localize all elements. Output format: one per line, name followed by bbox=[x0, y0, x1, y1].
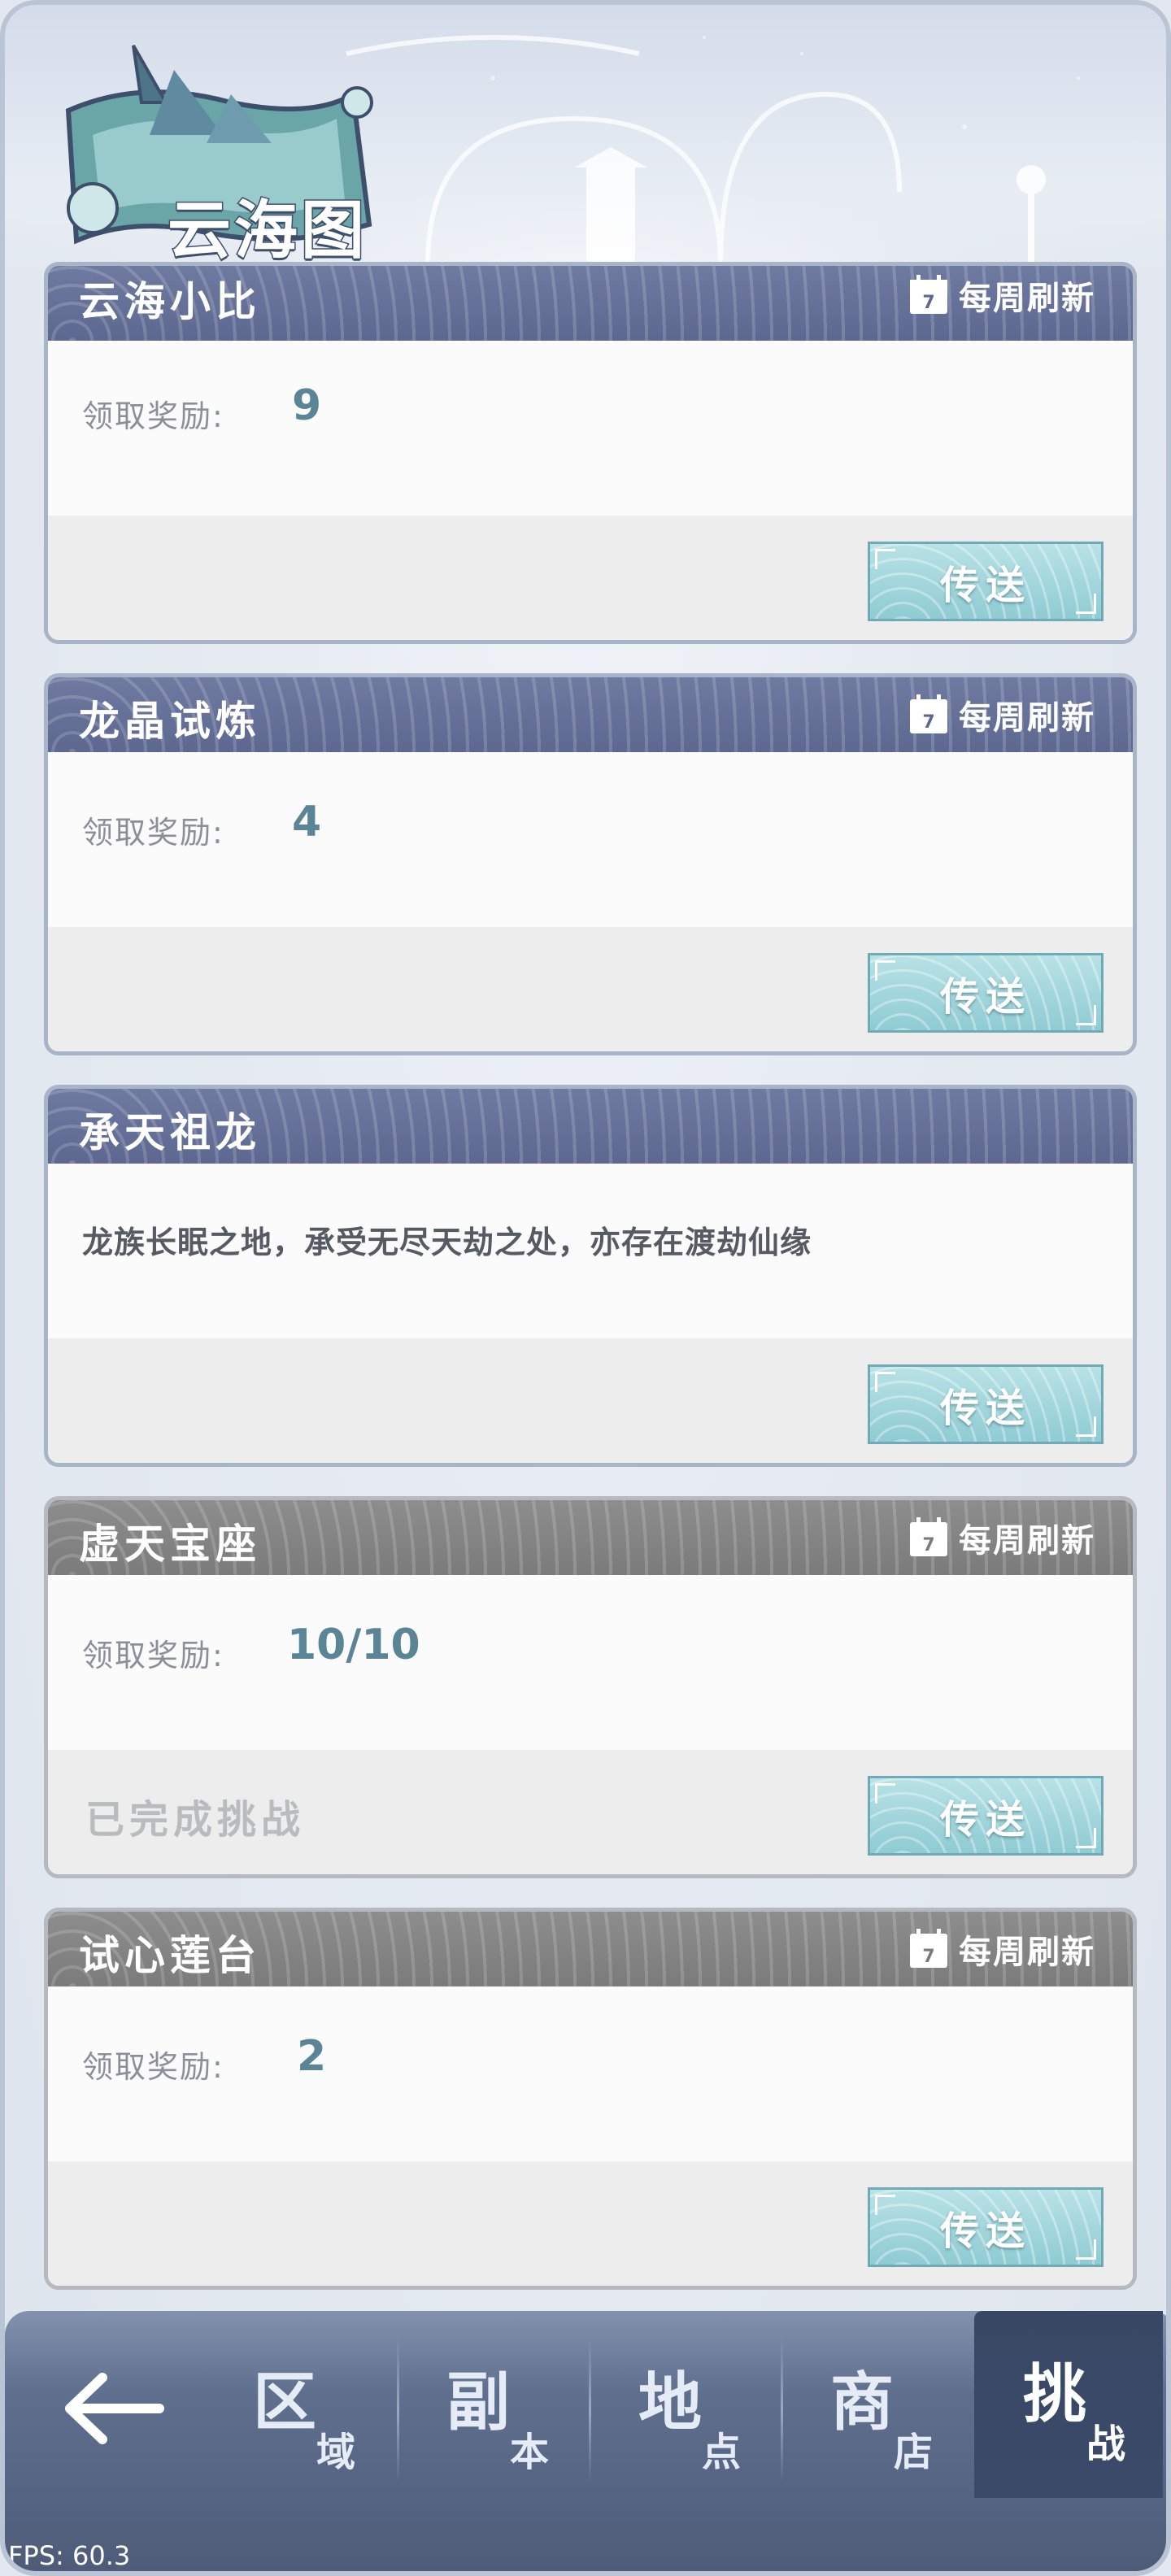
teleport-label: 传送 bbox=[939, 2208, 1031, 2254]
card-header: 承天祖龙 bbox=[48, 1089, 1133, 1164]
calendar-day: 7 bbox=[922, 712, 934, 733]
refresh-indicator: 7 每周刷新 bbox=[908, 1516, 1095, 1560]
fps-counter: FPS: 60.3 bbox=[8, 2540, 131, 2571]
card-footer: 传送 bbox=[48, 2161, 1133, 2286]
tab-label-sub: 店 bbox=[894, 2430, 934, 2475]
tab-region[interactable]: 区 域 bbox=[204, 2335, 394, 2490]
card-body: 领取奖励: 10/10 bbox=[48, 1575, 1133, 1750]
card-footer: 传送 bbox=[48, 927, 1133, 1051]
calendar-icon: 7 bbox=[910, 1517, 947, 1556]
card-footer: 传送 bbox=[48, 516, 1133, 640]
tab-challenge[interactable]: 挑 战 bbox=[974, 2311, 1163, 2498]
card-body: 领取奖励: 9 bbox=[48, 341, 1133, 516]
calendar-day: 7 bbox=[922, 293, 934, 313]
teleport-button[interactable]: 传送 bbox=[868, 542, 1104, 621]
teleport-label: 传送 bbox=[939, 974, 1031, 1020]
header: 云海图 bbox=[5, 5, 1166, 273]
card-footer: 传送 bbox=[48, 1338, 1133, 1463]
game-screen: 云海图 云海小比 7 每周刷新 领取奖励: 9 传送 龙晶试炼 7 每周刷新 领… bbox=[0, 0, 1171, 2576]
reward-label: 领取奖励: bbox=[82, 1638, 224, 1673]
refresh-label: 每周刷新 bbox=[959, 1522, 1095, 1560]
card-title: 云海小比 bbox=[79, 277, 261, 325]
teleport-label: 传送 bbox=[939, 1797, 1031, 1843]
calendar-icon: 7 bbox=[910, 694, 947, 733]
tab-label-sub: 本 bbox=[510, 2430, 550, 2475]
card-title: 虚天宝座 bbox=[79, 1520, 261, 1568]
reward-label: 领取奖励: bbox=[82, 398, 224, 434]
refresh-indicator: 7 每周刷新 bbox=[908, 694, 1095, 737]
tab-dungeon[interactable]: 副 本 bbox=[398, 2335, 588, 2490]
refresh-label: 每周刷新 bbox=[959, 1934, 1095, 1971]
refresh-indicator: 7 每周刷新 bbox=[908, 274, 1095, 317]
completed-status: 已完成挑战 bbox=[85, 1797, 306, 1843]
tab-label-main: 挑 bbox=[1023, 2357, 1087, 2431]
reward-label: 领取奖励: bbox=[82, 2049, 224, 2085]
reward-value: 9 bbox=[292, 381, 322, 430]
calendar-day: 7 bbox=[922, 1947, 934, 1967]
refresh-label: 每周刷新 bbox=[959, 280, 1095, 317]
tab-label-main: 地 bbox=[638, 2365, 703, 2439]
calendar-day: 7 bbox=[922, 1535, 934, 1556]
teleport-button[interactable]: 传送 bbox=[868, 953, 1104, 1033]
tab-label-sub: 战 bbox=[1086, 2422, 1126, 2467]
back-arrow-icon[interactable] bbox=[54, 2360, 168, 2457]
card-title: 承天祖龙 bbox=[79, 1108, 261, 1156]
bottom-nav: 区 域 副 本 地 点 商 店 挑 战 bbox=[5, 2311, 1166, 2571]
teleport-button[interactable]: 传送 bbox=[868, 2187, 1104, 2267]
calendar-icon: 7 bbox=[910, 275, 947, 314]
card-description: 龙族长眠之地，承受无尽天劫之处，亦存在渡劫仙缘 bbox=[82, 1225, 812, 1260]
tab-label-main: 副 bbox=[446, 2365, 511, 2439]
refresh-label: 每周刷新 bbox=[959, 699, 1095, 737]
page-title: 云海图 bbox=[166, 193, 368, 269]
calendar-icon: 7 bbox=[910, 1929, 947, 1968]
card-header: 龙晶试炼 7 每周刷新 bbox=[48, 677, 1133, 752]
refresh-indicator: 7 每周刷新 bbox=[908, 1928, 1095, 1971]
reward-label: 领取奖励: bbox=[82, 815, 224, 851]
card-body: 领取奖励: 2 bbox=[48, 1986, 1133, 2161]
teleport-button[interactable]: 传送 bbox=[868, 1776, 1104, 1856]
teleport-label: 传送 bbox=[939, 1386, 1031, 1431]
card-footer: 已完成挑战 传送 bbox=[48, 1750, 1133, 1874]
tab-location[interactable]: 地 点 bbox=[590, 2335, 780, 2490]
tab-label-sub: 点 bbox=[702, 2430, 742, 2475]
tab-label-main: 商 bbox=[830, 2365, 895, 2439]
card-header: 虚天宝座 7 每周刷新 bbox=[48, 1500, 1133, 1575]
card-title: 试心莲台 bbox=[79, 1931, 261, 1979]
tab-label-main: 区 bbox=[253, 2365, 317, 2439]
challenge-card-1: 云海小比 7 每周刷新 领取奖励: 9 传送 bbox=[44, 262, 1137, 644]
challenge-card-4: 虚天宝座 7 每周刷新 领取奖励: 10/10 已完成挑战 传送 bbox=[44, 1496, 1137, 1878]
card-body: 领取奖励: 4 bbox=[48, 752, 1133, 927]
teleport-label: 传送 bbox=[939, 563, 1031, 608]
teleport-button[interactable]: 传送 bbox=[868, 1364, 1104, 1444]
reward-value: 10/10 bbox=[287, 1621, 420, 1669]
challenge-card-2: 龙晶试炼 7 每周刷新 领取奖励: 4 传送 bbox=[44, 673, 1137, 1055]
card-title: 龙晶试炼 bbox=[79, 697, 261, 745]
card-header: 试心莲台 7 每周刷新 bbox=[48, 1912, 1133, 1986]
card-body: 龙族长眠之地，承受无尽天劫之处，亦存在渡劫仙缘 bbox=[48, 1164, 1133, 1338]
reward-value: 2 bbox=[297, 2032, 327, 2081]
card-header: 云海小比 7 每周刷新 bbox=[48, 266, 1133, 341]
challenge-card-3: 承天祖龙 龙族长眠之地，承受无尽天劫之处，亦存在渡劫仙缘 传送 bbox=[44, 1085, 1137, 1467]
reward-value: 4 bbox=[292, 798, 322, 846]
tab-label-sub: 域 bbox=[316, 2430, 356, 2475]
tab-shop[interactable]: 商 店 bbox=[781, 2335, 972, 2490]
challenge-card-5: 试心莲台 7 每周刷新 领取奖励: 2 传送 bbox=[44, 1908, 1137, 2290]
